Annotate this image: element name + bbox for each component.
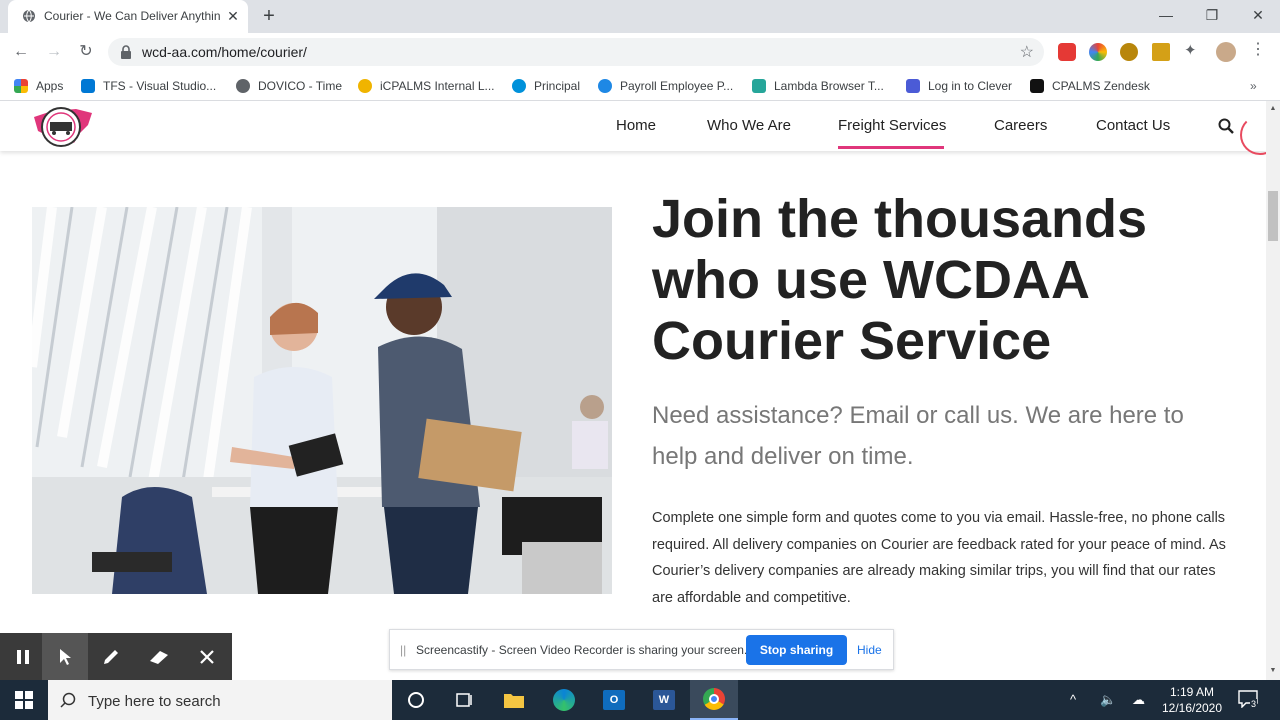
tab-strip: Courier - We Can Deliver Anythin ✕ + — ❐… — [0, 0, 1280, 33]
bookmark-zendesk[interactable]: CPALMS Zendesk — [1030, 77, 1150, 95]
window-close-icon[interactable]: ✕ — [1238, 4, 1278, 26]
puzzle-extensions-icon[interactable]: ✦ — [1184, 41, 1202, 59]
reload-icon[interactable]: ↻ — [75, 41, 97, 63]
screen-sharing-banner: || Screencastify - Screen Video Recorder… — [389, 629, 894, 670]
taskbar-search-box[interactable]: Type here to search — [48, 680, 392, 720]
screencastify-toolbar — [0, 633, 232, 680]
windows-taskbar: Type here to search O W ^ 🔈 ☁ 1:19 AM 12… — [0, 680, 1280, 720]
edge-icon[interactable] — [540, 680, 588, 720]
bookmark-principal[interactable]: Principal — [512, 77, 580, 95]
globe-icon — [23, 9, 35, 23]
taskbar-search-placeholder: Type here to search — [88, 693, 221, 710]
scroll-down-icon[interactable]: ▼ — [1269, 667, 1277, 675]
page-subheadline: Need assistance? Email or call us. We ar… — [652, 402, 1184, 470]
extension-icon[interactable] — [1120, 43, 1138, 61]
globe-icon — [236, 79, 250, 93]
notifications-icon[interactable]: 3 — [1238, 690, 1258, 711]
nav-who-we-are[interactable]: Who We Are — [707, 117, 791, 134]
tool-extension-icon[interactable] — [1152, 43, 1170, 61]
icpalms-icon — [358, 79, 372, 93]
nav-home[interactable]: Home — [616, 117, 656, 134]
drag-handle-icon[interactable]: || — [400, 643, 406, 657]
bookmarks-bar: Apps TFS - Visual Studio... DOVICO - Tim… — [0, 71, 1280, 101]
bookmark-icpalms[interactable]: iCPALMS Internal L... — [358, 77, 495, 95]
browser-tab[interactable]: Courier - We Can Deliver Anythin ✕ — [8, 0, 248, 33]
minimize-icon[interactable]: — — [1146, 4, 1186, 26]
outlook-icon[interactable]: O — [590, 680, 638, 720]
bookmark-dovico[interactable]: DOVICO - Time — [236, 77, 342, 95]
pen-tool-icon[interactable] — [88, 633, 134, 680]
hide-button[interactable]: Hide — [857, 643, 882, 657]
sharing-message: Screencastify - Screen Video Recorder is… — [416, 643, 748, 657]
bookmark-tfs[interactable]: TFS - Visual Studio... — [81, 77, 216, 95]
nav-careers[interactable]: Careers — [994, 117, 1047, 134]
nav-contact-us[interactable]: Contact Us — [1096, 117, 1170, 134]
bookmark-clever[interactable]: Log in to Clever — [906, 77, 1012, 95]
menu-kebab-icon[interactable]: ⋮ — [1250, 39, 1268, 58]
lock-icon — [121, 45, 131, 59]
show-hidden-icons-icon[interactable]: ^ — [1070, 692, 1076, 707]
screencastify-extension-icon[interactable] — [1058, 43, 1076, 61]
close-tab-icon[interactable]: ✕ — [224, 7, 242, 25]
bookmarks-overflow-icon[interactable]: » — [1250, 77, 1257, 95]
site-header: Home Who We Are Freight Services Careers… — [0, 101, 1266, 151]
active-nav-indicator — [838, 146, 944, 149]
close-toolbar-icon[interactable] — [184, 633, 230, 680]
word-icon[interactable]: W — [640, 680, 688, 720]
office-courier-illustration — [32, 207, 612, 594]
url-text: wcd-aa.com/home/courier/ — [142, 44, 307, 60]
color-extension-icon[interactable] — [1089, 43, 1107, 61]
search-icon[interactable] — [1218, 118, 1234, 134]
scroll-thumb[interactable] — [1268, 191, 1278, 241]
web-page: Home Who We Are Freight Services Careers… — [0, 101, 1266, 680]
scroll-up-icon[interactable]: ▲ — [1269, 105, 1277, 113]
search-icon — [60, 692, 76, 708]
notification-count: 3 — [1250, 699, 1258, 709]
browser-toolbar: ← → ↻ wcd-aa.com/home/courier/ ☆ ✦ ⋮ — [0, 33, 1280, 71]
file-explorer-icon[interactable] — [490, 680, 538, 720]
nav-freight-services[interactable]: Freight Services — [838, 117, 946, 134]
stop-sharing-button[interactable]: Stop sharing — [746, 635, 847, 665]
clever-icon — [906, 79, 920, 93]
principal-icon — [512, 79, 526, 93]
wcdaa-logo[interactable] — [30, 103, 96, 149]
zendesk-icon — [1030, 79, 1044, 93]
clock-time: 1:19 AM — [1169, 685, 1215, 699]
chrome-icon[interactable] — [690, 680, 738, 720]
restore-icon[interactable]: ❐ — [1192, 4, 1232, 26]
bookmark-lambda[interactable]: Lambda Browser T... — [752, 77, 884, 95]
visual-studio-icon — [81, 79, 95, 93]
tab-title: Courier - We Can Deliver Anythin — [44, 9, 221, 23]
apps-grid-icon — [14, 79, 28, 93]
body-paragraph: Complete one simple form and quotes come… — [652, 510, 1226, 606]
cortana-icon[interactable] — [392, 680, 440, 720]
taskbar-clock[interactable]: 1:19 AM 12/16/2020 — [1158, 684, 1226, 716]
lambda-icon — [752, 79, 766, 93]
address-bar[interactable]: wcd-aa.com/home/courier/ ☆ — [108, 38, 1044, 66]
onedrive-icon[interactable]: ☁ — [1132, 692, 1145, 708]
task-view-icon[interactable] — [440, 680, 488, 720]
profile-avatar[interactable] — [1216, 42, 1236, 62]
page-scrollbar[interactable]: ▲ ▼ — [1266, 101, 1280, 680]
eraser-tool-icon[interactable] — [136, 633, 182, 680]
page-headline: Join the thousands who use WCDAA Courier… — [652, 189, 1148, 371]
bookmark-payroll[interactable]: Payroll Employee P... — [598, 77, 733, 95]
payroll-icon — [598, 79, 612, 93]
cursor-tool-icon[interactable] — [42, 633, 88, 680]
back-icon[interactable]: ← — [10, 41, 32, 63]
bookmark-apps[interactable]: Apps — [14, 77, 63, 95]
volume-icon[interactable]: 🔈 — [1100, 692, 1116, 708]
bookmark-star-icon[interactable]: ☆ — [1020, 42, 1034, 62]
hero-photo — [32, 207, 612, 594]
pause-icon[interactable] — [0, 633, 46, 680]
new-tab-icon[interactable]: + — [258, 6, 280, 28]
windows-logo-icon — [15, 691, 33, 709]
clock-date: 12/16/2020 — [1161, 701, 1223, 715]
forward-icon[interactable]: → — [43, 41, 65, 63]
start-button[interactable] — [0, 680, 48, 720]
